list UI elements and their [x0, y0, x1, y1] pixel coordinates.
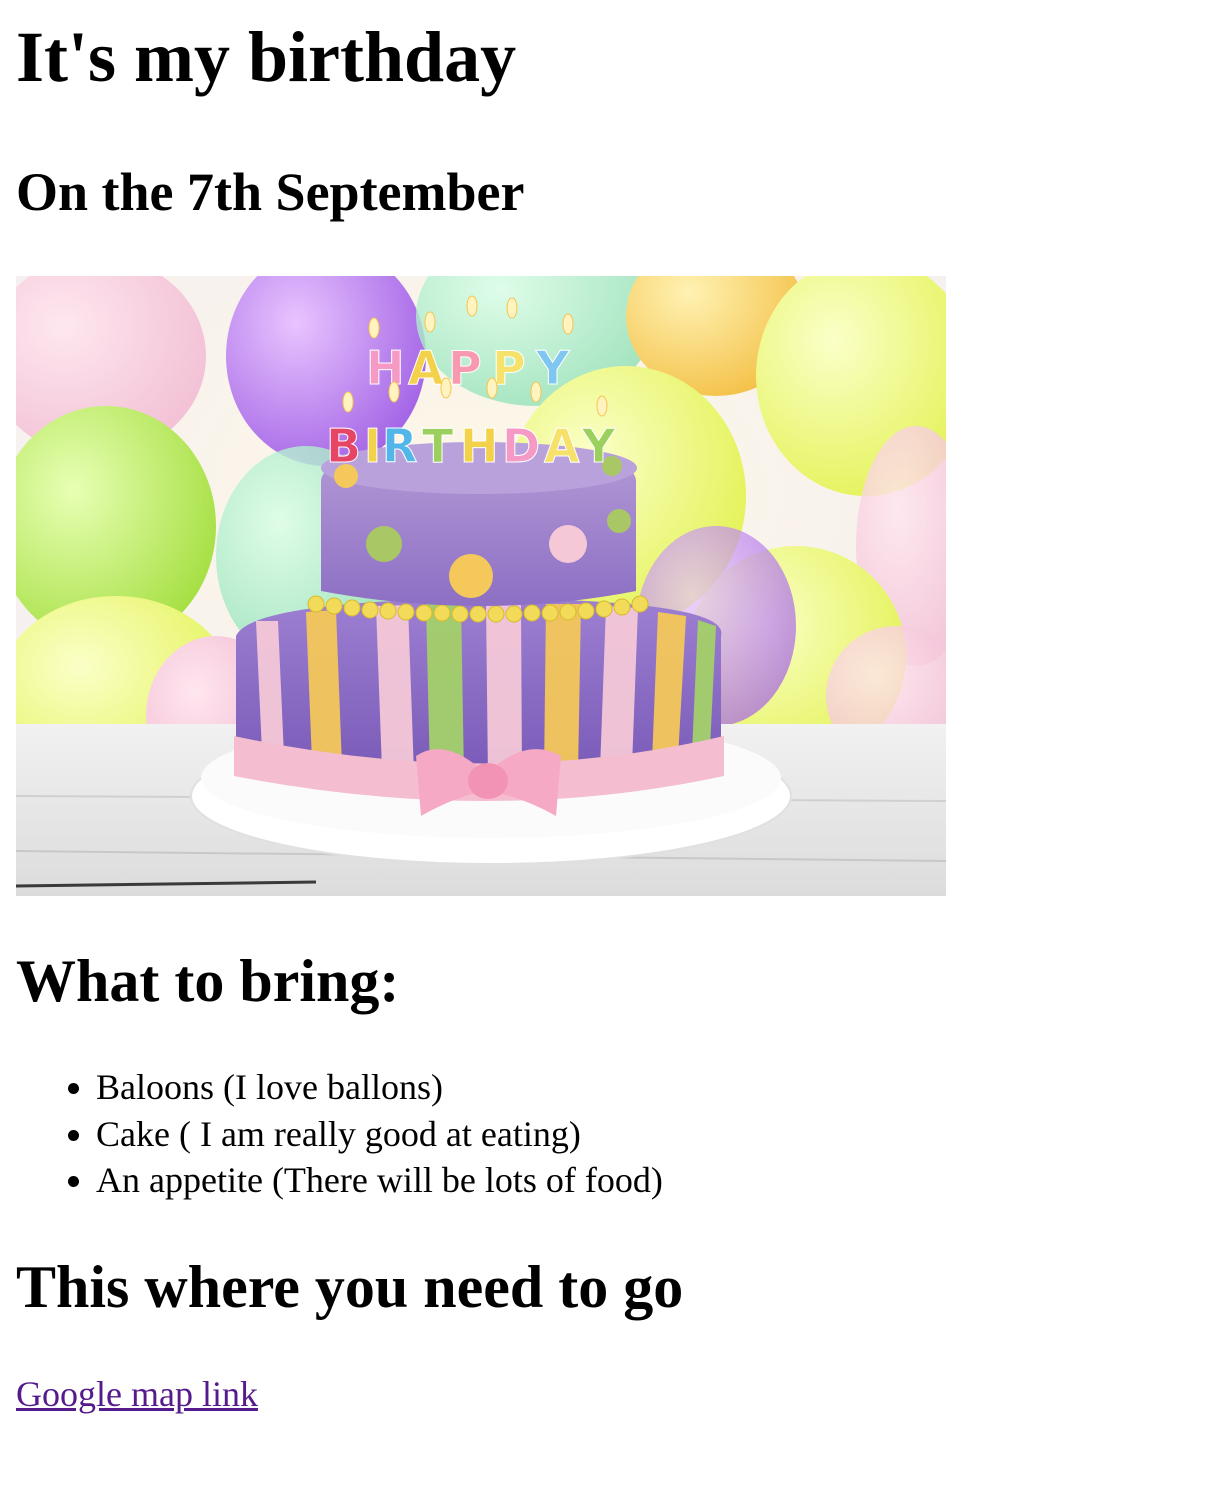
svg-text:Y: Y	[581, 419, 616, 473]
svg-text:R: R	[382, 419, 417, 473]
bring-list: Baloons (I love ballons) Cake ( I am rea…	[16, 1064, 663, 1204]
svg-text:D: D	[502, 419, 540, 473]
svg-text:I: I	[364, 419, 381, 473]
google-map-link[interactable]: Google map link	[16, 1370, 258, 1418]
svg-text:A: A	[408, 341, 444, 395]
svg-text:A: A	[544, 419, 580, 473]
svg-text:P: P	[448, 341, 482, 395]
event-date-heading: On the 7th September	[16, 162, 525, 222]
list-item: An appetite (There will be lots of food)	[96, 1157, 663, 1204]
svg-text:T: T	[422, 419, 454, 473]
svg-text:H: H	[460, 419, 499, 473]
page-title: It's my birthday	[16, 17, 517, 97]
directions-heading: This where you need to go	[16, 1254, 684, 1320]
list-item: Cake ( I am really good at eating)	[96, 1111, 663, 1158]
list-item: Baloons (I love ballons)	[96, 1064, 663, 1111]
svg-text:B: B	[326, 419, 361, 473]
what-to-bring-heading: What to bring:	[16, 948, 400, 1014]
birthday-cake-image: H A P P Y B I R T H D A Y	[16, 276, 946, 896]
